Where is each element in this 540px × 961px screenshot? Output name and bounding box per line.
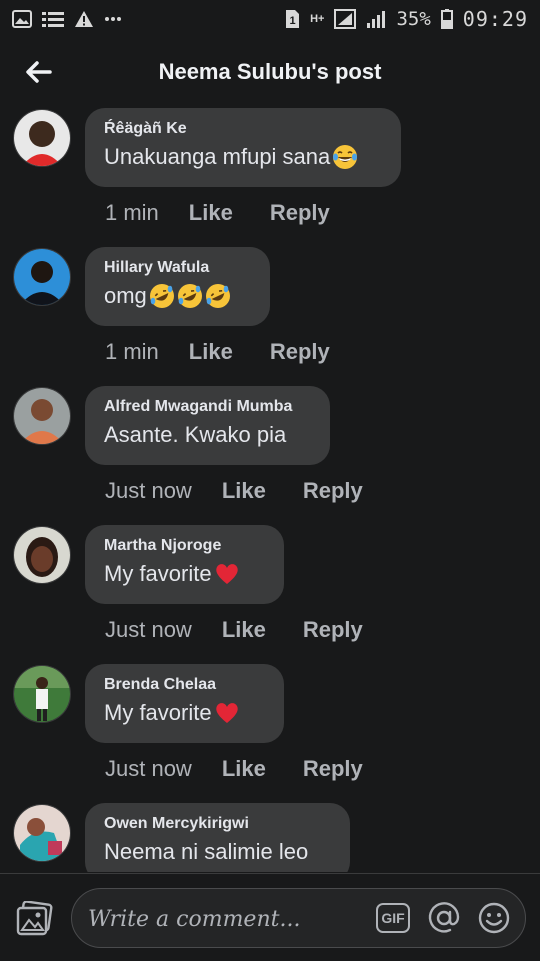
header: Neema Sulubu's post: [0, 40, 540, 104]
back-arrow-icon: [26, 61, 52, 83]
comment-bubble[interactable]: Martha Njoroge My favorite: [85, 525, 284, 604]
avatar[interactable]: [13, 248, 71, 306]
status-bar-left: [12, 10, 122, 28]
red-heart-emoji-icon: [215, 703, 238, 723]
comment-time: 1 min: [105, 339, 159, 364]
red-heart-emoji-icon: [215, 564, 238, 584]
like-button[interactable]: Like: [222, 617, 266, 643]
comment-author[interactable]: Owen Mercykirigwi: [104, 815, 330, 833]
reply-button[interactable]: Reply: [303, 617, 363, 643]
comment-actions: 1 min Like Reply: [105, 339, 330, 365]
comment-list[interactable]: Ŕêägàñ Ke Unakuanga mfupi sana 1 min Lik…: [0, 108, 540, 872]
comment-bubble[interactable]: Alfred Mwagandi Mumba Asante. Kwako pia: [85, 386, 330, 465]
comment-item: Ŕêägàñ Ke Unakuanga mfupi sana 1 min Lik…: [0, 108, 540, 247]
comment-text: Unakuanga mfupi sana: [104, 144, 381, 170]
rofl-emoji-icon: [205, 284, 230, 308]
comment-time: Just now: [105, 617, 192, 642]
comment-text-content: My favorite: [104, 561, 212, 586]
like-button[interactable]: Like: [222, 756, 266, 782]
comment-text-content: Asante. Kwako pia: [104, 422, 287, 447]
reply-button[interactable]: Reply: [303, 756, 363, 782]
battery-percent: 35%: [396, 8, 431, 30]
comment-composer-bar: GIF: [0, 873, 540, 961]
warning-icon: [74, 10, 94, 28]
comment-bubble[interactable]: Ŕêägàñ Ke Unakuanga mfupi sana: [85, 108, 401, 187]
image-icon: [12, 10, 32, 28]
sim-icon: 1: [284, 9, 300, 29]
comment-input[interactable]: [86, 899, 370, 939]
gif-label: GIF: [381, 910, 405, 926]
comment-author[interactable]: Alfred Mwagandi Mumba: [104, 398, 310, 416]
sim-slot-label: 1: [290, 15, 296, 27]
comment-time: Just now: [105, 756, 192, 781]
photo-icon: [16, 900, 53, 936]
comment-actions: Just now Like Reply: [105, 478, 363, 504]
reply-button[interactable]: Reply: [270, 200, 330, 226]
network-type-label: H+: [310, 13, 325, 25]
like-button[interactable]: Like: [222, 478, 266, 504]
page-title: Neema Sulubu's post: [158, 59, 382, 84]
network-type-icon: H+: [310, 13, 325, 25]
status-bar: 1 H+ 35% 09:29: [0, 0, 540, 38]
comment-text-content: My favorite: [104, 700, 212, 725]
like-button[interactable]: Like: [189, 200, 233, 226]
signal-box-icon: [334, 9, 357, 29]
comment-text: My favorite: [104, 561, 264, 587]
rofl-emoji-icon: [177, 284, 202, 308]
comment-bubble[interactable]: Hillary Wafula omg: [85, 247, 270, 326]
list-icon: [42, 10, 64, 28]
avatar[interactable]: [13, 526, 71, 584]
comment-text-content: Neema ni salimie leo: [104, 839, 309, 864]
comment-time: Just now: [105, 478, 192, 503]
comment-text-content: Unakuanga mfupi sana: [104, 144, 331, 169]
comment-actions: 1 min Like Reply: [105, 200, 330, 226]
status-bar-right: 1 H+ 35% 09:29: [284, 7, 528, 31]
laughing-tears-emoji-icon: [333, 145, 358, 169]
comment-actions: Just now Like Reply: [105, 756, 363, 782]
photo-button[interactable]: [16, 900, 54, 937]
comment-bubble[interactable]: Brenda Chelaa My favorite: [85, 664, 284, 743]
comment-text: My favorite: [104, 700, 264, 726]
at-sign-icon: [428, 902, 460, 933]
back-button[interactable]: [18, 52, 58, 92]
gif-button[interactable]: GIF: [376, 903, 410, 933]
rofl-emoji-icon: [149, 284, 174, 308]
reply-button[interactable]: Reply: [303, 478, 363, 504]
avatar[interactable]: [13, 387, 71, 445]
battery-icon: [440, 9, 453, 29]
clock: 09:29: [462, 7, 528, 31]
emoji-button[interactable]: [477, 901, 511, 935]
comment-item: Brenda Chelaa My favorite Just now Like …: [0, 664, 540, 803]
mention-button[interactable]: [427, 901, 461, 935]
comment-text: Neema ni salimie leo: [104, 839, 330, 865]
comment-item: Owen Mercykirigwi Neema ni salimie leo: [0, 803, 540, 872]
avatar[interactable]: [13, 109, 71, 167]
comment-bubble[interactable]: Owen Mercykirigwi Neema ni salimie leo: [85, 803, 350, 872]
comment-time: 1 min: [105, 200, 159, 225]
comment-item: Martha Njoroge My favorite Just now Like…: [0, 525, 540, 664]
comment-author[interactable]: Ŕêägàñ Ke: [104, 120, 381, 138]
reply-button[interactable]: Reply: [270, 339, 330, 365]
avatar[interactable]: [13, 665, 71, 723]
comment-item: Alfred Mwagandi Mumba Asante. Kwako pia …: [0, 386, 540, 525]
like-button[interactable]: Like: [189, 339, 233, 365]
comment-input-container: GIF: [71, 888, 526, 948]
comment-text-content: omg: [104, 283, 147, 308]
smiley-icon: [478, 902, 510, 934]
comment-text: omg: [104, 283, 250, 309]
comment-author[interactable]: Hillary Wafula: [104, 259, 250, 277]
comment-item: Hillary Wafula omg 1 min Like Reply: [0, 247, 540, 386]
more-icon: [104, 16, 122, 22]
avatar[interactable]: [13, 804, 71, 862]
comment-text: Asante. Kwako pia: [104, 422, 310, 448]
comment-author[interactable]: Martha Njoroge: [104, 537, 264, 555]
signal-bars-icon: [366, 10, 386, 28]
comment-actions: Just now Like Reply: [105, 617, 363, 643]
comment-author[interactable]: Brenda Chelaa: [104, 676, 264, 694]
